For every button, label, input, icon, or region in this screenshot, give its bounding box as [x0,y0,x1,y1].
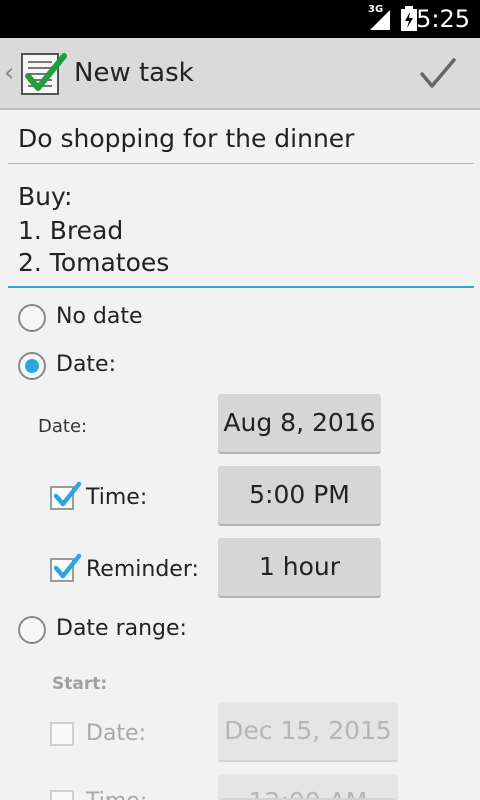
notes-line: 2. Tomatoes [18,248,170,277]
checkmark-icon [53,553,82,579]
time-checkbox[interactable] [50,481,82,510]
no-date-label: No date [56,304,143,329]
range-time-label: Time: [86,789,147,800]
date-field-label: Date: [38,416,88,437]
date-picker-button[interactable]: Aug 8, 2016 [218,394,381,454]
range-date-checkbox[interactable] [50,722,74,746]
no-date-radio[interactable] [18,304,46,332]
reminder-picker-button[interactable]: 1 hour [218,538,381,598]
notes-line: Buy: [18,182,73,211]
task-title-text: Do shopping for the dinner [18,124,355,153]
range-date-picker-button[interactable]: Dec 15, 2015 [218,702,398,762]
date-radio[interactable] [18,352,46,380]
date-option-label: Date: [56,352,116,377]
app-logo-icon[interactable] [18,48,70,100]
date-range-radio[interactable] [18,616,46,644]
action-bar: ‹ New task [0,38,480,110]
range-date-label: Date: [86,721,146,746]
done-checkmark-icon[interactable] [412,52,464,96]
clock: 5:25 [416,5,470,33]
start-section-label: Start: [52,674,108,694]
range-time-picker-button[interactable]: 12:00 AM [218,774,398,800]
no-date-option[interactable]: No date [18,300,218,340]
date-range-option[interactable]: Date range: [18,612,238,652]
range-time-checkbox[interactable] [50,790,74,800]
signal-icon [370,10,390,30]
reminder-checkbox[interactable] [50,553,82,582]
status-bar: 3G 5:25 [0,0,480,38]
date-option[interactable]: Date: [18,348,178,388]
back-chevron-icon[interactable]: ‹ [4,58,14,88]
date-range-label: Date range: [56,616,187,641]
task-notes-input[interactable]: Buy: 1. Bread 2. Tomatoes [8,178,474,288]
time-picker-button[interactable]: 5:00 PM [218,466,381,526]
notes-line: 1. Bread [18,216,124,245]
checkmark-icon [53,481,82,507]
task-title-input[interactable]: Do shopping for the dinner [8,112,474,164]
screen-title: New task [74,58,194,88]
reminder-label: Reminder: [86,557,199,582]
time-label: Time: [86,485,148,510]
